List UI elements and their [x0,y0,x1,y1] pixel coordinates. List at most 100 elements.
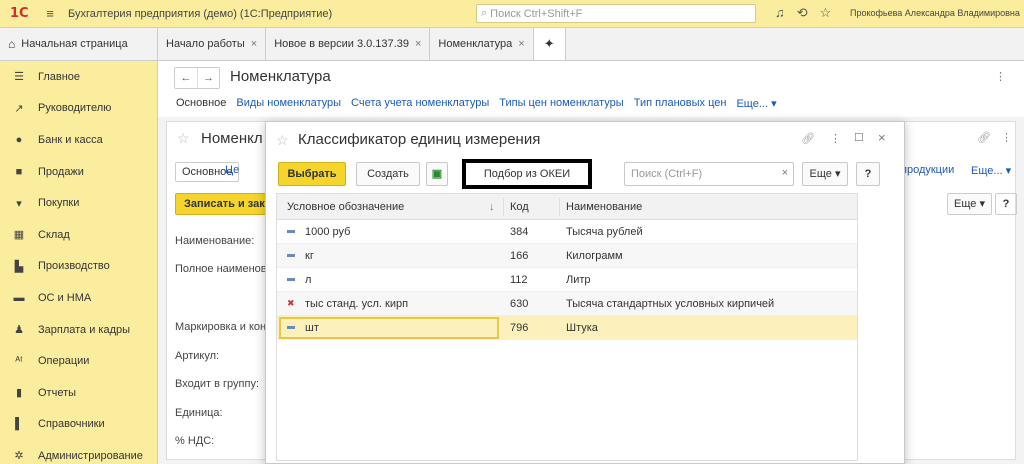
sidebar-item-sales[interactable]: ■ Продажи [0,156,157,188]
copy-icon[interactable]: ▣ [426,162,448,186]
form-tab-prices[interactable]: Це [225,164,239,176]
sidebar-item-assets[interactable]: ▬ ОС и НМА [0,282,157,314]
table-row[interactable]: 1000 руб 384 Тысяча рублей [277,220,857,244]
column-header-code[interactable]: Код [510,201,529,213]
sidebar-item-admin[interactable]: ✲ Администрирование [0,440,157,464]
sidebar-item-production[interactable]: ▙ Производство [0,251,157,283]
link-icon[interactable]: 🔗︎ [977,131,991,144]
factory-icon: ▙ [14,260,24,273]
table-row-selected[interactable]: шт 796 Штука [277,316,857,340]
user-name[interactable]: Прокофьева Александра Владимировна [850,8,1020,18]
forward-arrow-icon[interactable]: → [197,68,219,88]
sidebar-item-label: Главное [38,70,81,83]
sidebar-item-label: Склад [38,228,70,241]
sidebar-item-directories[interactable]: ▌ Справочники [0,409,157,441]
table-row[interactable]: ✖ тыс станд. усл. кирп 630 Тысяча стандар… [277,292,857,316]
link-icon[interactable]: 🔗︎ [801,132,815,145]
sidebar-item-warehouse[interactable]: ▦ Склад [0,219,157,251]
nav-link[interactable]: Счета учета номенклатуры [351,97,489,110]
sidebar-item-label: Покупки [38,197,80,210]
tab-label: Начало работы [166,38,245,50]
main-menu-icon[interactable]: ≡ [40,6,60,21]
truck-icon: ▬ [13,291,25,304]
nav-basic[interactable]: Основное [176,97,226,110]
global-search-placeholder: Поиск Ctrl+Shift+F [490,7,583,20]
sidebar-item-bank[interactable]: ● Банк и касса [0,124,157,156]
save-and-close-button[interactable]: Записать и зак [175,193,269,215]
favorites-star-icon[interactable]: ☆ [820,5,832,21]
sort-arrow-icon[interactable]: ↓ [489,201,495,213]
menu-icon: ☰ [14,71,24,84]
table-row[interactable]: л 112 Литр [277,268,857,292]
sidebar-item-operations[interactable]: ᴬᵗ Операции [0,345,157,377]
global-search-input[interactable]: ⌕ Поиск Ctrl+Shift+F [476,4,756,23]
table-row[interactable]: кг 166 Килограмм [277,244,857,268]
field-label-article: Артикул: [175,350,220,362]
bell-icon[interactable]: ♫ [775,5,785,21]
nav-link[interactable]: Типы цен номенклатуры [499,97,623,110]
nav-more[interactable]: Еще... ▾ [736,97,776,110]
pin-tab[interactable]: ✦ [533,28,566,60]
app-title: Бухгалтерия предприятия (демо) (1С:Предп… [68,7,333,20]
cell-name: Литр [566,273,591,286]
clear-search-icon[interactable]: × [778,162,792,186]
nav-link[interactable]: Виды номенклатуры [236,97,341,110]
cell-symbol: шт [305,321,319,334]
close-icon[interactable]: × [878,130,886,145]
tab-whats-new[interactable]: Новое в версии 3.0.137.39 × [266,28,431,60]
close-icon[interactable]: × [251,38,257,50]
create-button[interactable]: Создать [356,162,420,186]
dialog-search-input[interactable]: Поиск (Ctrl+F) [624,162,794,186]
favorite-star-icon[interactable]: ☆ [177,130,190,147]
maximize-icon[interactable]: ☐ [854,131,864,144]
tab-nomenclature[interactable]: Номенклатура × [430,28,534,60]
item-marker-icon [287,254,295,257]
cell-symbol: кг [305,249,314,262]
app-logo: 1С [10,6,29,21]
column-divider [559,198,560,216]
close-icon[interactable]: × [518,38,524,50]
more-vertical-icon[interactable]: ⋮ [1001,131,1012,144]
tab-label: Новое в версии 3.0.137.39 [274,38,409,50]
cell-name: Тысяча рублей [566,225,643,238]
field-label-name: Наименование: [175,235,255,247]
sidebar-item-label: Справочники [38,418,105,431]
history-nav: ← → [174,67,220,89]
column-header-name[interactable]: Наименование [566,201,642,213]
form-link-more[interactable]: Еще... ▾ [971,164,1011,177]
pin-icon: ✦ [543,36,555,51]
select-button[interactable]: Выбрать [278,162,346,186]
tab-home[interactable]: ⌂ Начальная страница [0,28,158,60]
column-header-symbol[interactable]: Условное обозначение [287,201,404,213]
sidebar-item-salary[interactable]: ♟ Зарплата и кадры [0,314,157,346]
tab-label: Номенклатура [438,38,513,50]
sidebar-item-manager[interactable]: ↗ Руководителю [0,93,157,125]
nav-link[interactable]: Тип плановых цен [634,97,727,110]
cell-code: 384 [510,225,529,238]
form-link-products[interactable]: продукции [901,164,954,176]
sidebar-item-reports[interactable]: ▮ Отчеты [0,377,157,409]
form-help-button[interactable]: ? [995,193,1017,215]
dialog-help-button[interactable]: ? [856,162,880,186]
back-arrow-icon[interactable]: ← [175,68,197,88]
bar-chart-icon: ▮ [15,387,23,400]
cell-symbol: л [305,273,312,286]
more-vertical-icon[interactable]: ⋮ [830,132,841,145]
sidebar-item-main[interactable]: ☰ Главное [0,61,157,93]
cart-icon: ▾ [16,197,22,210]
search-icon: ⌕ [481,7,488,19]
form-more-button[interactable]: Еще ▾ [947,193,992,215]
more-vertical-icon[interactable]: ⋮ [995,70,1006,83]
gear-icon: ✲ [14,450,24,463]
dialog-more-button[interactable]: Еще ▾ [802,162,848,186]
home-icon: ⌂ [8,37,16,51]
sidebar-item-label: Руководителю [38,102,112,115]
item-marker-icon [287,326,295,329]
sidebar: ☰ Главное ↗ Руководителю ● Банк и касса ■ Пр… [0,61,158,464]
favorite-star-icon[interactable]: ☆ [276,132,289,149]
table-header: Условное обозначение ↓ Код Наименование [277,194,857,220]
tab-start[interactable]: Начало работы × [158,28,267,60]
close-icon[interactable]: × [415,38,421,50]
sidebar-item-purchases[interactable]: ▾ Покупки [0,187,157,219]
history-icon[interactable]: ⟲ [797,5,808,21]
